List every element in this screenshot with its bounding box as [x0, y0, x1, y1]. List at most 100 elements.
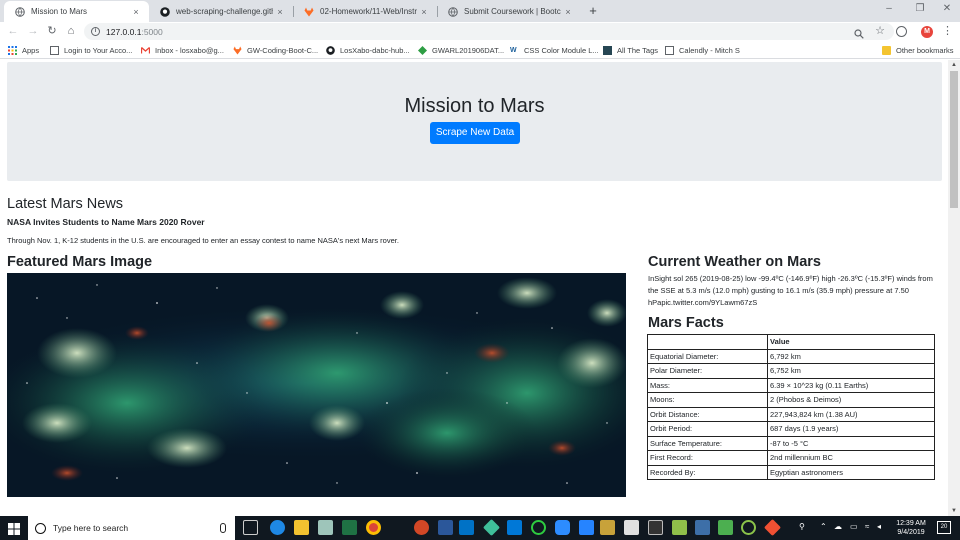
database-icon[interactable] [695, 520, 710, 535]
close-tab-icon[interactable]: × [561, 7, 575, 17]
page-title: Mission to Mars [404, 95, 545, 117]
tab-github[interactable]: web-scraping-challenge.github.io × [149, 1, 293, 22]
notification-center-icon[interactable]: 20 [937, 521, 951, 534]
table-header [647, 334, 768, 350]
tab-title: 02-Homework/11-Web/Instructions [320, 7, 417, 16]
task-view-icon[interactable] [243, 520, 258, 535]
fact-label: Orbit Period: [647, 421, 768, 437]
table-row: First Record: 2nd millennium BC [647, 450, 935, 466]
volume-icon[interactable]: ◂ [877, 522, 881, 531]
chevron-up-icon[interactable]: ⌃ [820, 522, 827, 531]
table-row: Polar Diameter: 6,752 km [647, 363, 935, 379]
notepad-icon[interactable] [318, 520, 333, 535]
reload-icon[interactable]: ↻ [44, 24, 60, 39]
edge-icon[interactable] [270, 520, 285, 535]
gitkraken-icon[interactable] [483, 519, 500, 536]
featured-image-heading: Featured Mars Image [7, 254, 153, 270]
vertical-scrollbar[interactable]: ▲ ▼ [948, 60, 960, 516]
vscode-icon[interactable] [507, 520, 522, 535]
minimize-button[interactable]: – [872, 0, 906, 20]
bookmark-apps[interactable]: Apps [8, 44, 39, 57]
fact-value: 6,792 km [767, 348, 935, 364]
github-icon [326, 46, 335, 55]
bookmark-css-color[interactable]: W CSS Color Module L... [510, 44, 599, 57]
bookmark-star-icon[interactable]: ☆ [875, 24, 885, 37]
fact-label: First Record: [647, 450, 768, 466]
tab-strip: Mission to Mars × web-scraping-challenge… [0, 0, 960, 22]
terminal-icon[interactable] [648, 520, 663, 535]
profile-avatar[interactable]: M [921, 26, 933, 38]
bookmark-login[interactable]: Login to Your Acco... [50, 44, 132, 57]
tab-bootcamp-spot[interactable]: Submit Coursework | Bootcamp Spot × [437, 1, 581, 22]
bookmark-gwarl[interactable]: GWARL201906DAT... [418, 44, 504, 57]
tab-title: Submit Coursework | Bootcamp Spot [464, 7, 561, 16]
sourcetree-icon[interactable] [579, 520, 594, 535]
scroll-down-arrow-icon[interactable]: ▼ [948, 506, 960, 516]
close-window-button[interactable]: ✕ [930, 0, 960, 20]
battery-icon[interactable]: ▭ [850, 522, 858, 531]
apps-grid-icon [8, 46, 17, 55]
close-tab-icon[interactable]: × [417, 7, 431, 17]
table-row: Surface Temperature: -87 to -5 °C [647, 435, 935, 451]
bookmark-calendly[interactable]: Calendly - Mitch S [665, 44, 740, 57]
outlook-icon[interactable] [459, 520, 474, 535]
fact-value: Egyptian astronomers [767, 464, 935, 480]
table-row: Mass: 6.39 × 10^23 kg (0.11 Earths) [647, 377, 935, 393]
clock-date: 9/4/2019 [897, 529, 925, 536]
powerpoint-icon[interactable] [414, 520, 429, 535]
scroll-up-arrow-icon[interactable]: ▲ [948, 60, 960, 70]
forward-arrow-icon[interactable]: → [25, 24, 41, 39]
fact-value: 687 days (1.9 years) [767, 421, 935, 437]
word-icon[interactable] [438, 520, 453, 535]
new-tab-button[interactable]: + [585, 3, 601, 19]
fact-value: 6,752 km [767, 363, 935, 379]
home-icon[interactable]: ⌂ [63, 24, 79, 39]
excel-icon[interactable] [342, 520, 357, 535]
tab-title: Mission to Mars [31, 7, 88, 16]
back-arrow-icon[interactable]: ← [5, 24, 21, 39]
chrome-icon[interactable] [366, 520, 381, 535]
taskbar-search-input[interactable]: Type here to search [28, 516, 235, 540]
bookmark-losxabo[interactable]: LosXabo-dabc-hub... [326, 44, 410, 57]
microphone-icon[interactable] [220, 523, 226, 533]
jumbotron: Mission to Mars Scrape New Data [7, 62, 942, 181]
scrollbar-thumb[interactable] [950, 71, 958, 208]
wifi-icon[interactable]: ≈ [865, 522, 869, 531]
calculator-icon[interactable] [624, 520, 639, 535]
taskbar-clock[interactable]: 12:39 AM 9/4/2019 [886, 519, 936, 537]
people-icon[interactable]: ⚲ [799, 522, 805, 531]
table-header: Value [767, 334, 935, 350]
fact-value: 2nd millennium BC [767, 450, 935, 466]
windows-start-icon[interactable] [8, 522, 20, 535]
tab-title: web-scraping-challenge.github.io [176, 7, 273, 16]
address-bar[interactable]: i 127.0.0.1:5000 ☆ [84, 23, 894, 40]
circle-green-icon[interactable] [741, 520, 756, 535]
close-tab-icon[interactable]: × [273, 7, 287, 17]
menu-icon[interactable]: ⋮ [942, 24, 953, 39]
other-bookmarks[interactable]: Other bookmarks [882, 44, 954, 57]
tab-gitlab[interactable]: 02-Homework/11-Web/Instructions × [293, 1, 437, 22]
file-explorer-icon[interactable] [294, 520, 309, 535]
bookmark-gw-coding[interactable]: GW-Coding-Boot-C... [233, 44, 318, 57]
cloud-icon[interactable]: ☁ [834, 522, 842, 531]
bookmark-all-the-tags[interactable]: All The Tags [603, 44, 658, 57]
git-icon[interactable] [764, 519, 781, 536]
zoom-icon[interactable] [854, 26, 864, 39]
facts-heading: Mars Facts [648, 315, 724, 331]
fact-label: Polar Diameter: [647, 363, 768, 379]
notepadpp-icon[interactable] [672, 520, 687, 535]
bookmark-inbox[interactable]: Inbox - losxabo@g... [140, 44, 224, 57]
info-icon[interactable]: i [91, 27, 100, 36]
search-placeholder: Type here to search [53, 523, 129, 533]
tab-mission-to-mars[interactable]: Mission to Mars × [4, 1, 149, 22]
url-text: 127.0.0.1:5000 [106, 26, 163, 37]
fact-value: 2 (Phobos & Deimos) [767, 392, 935, 408]
pen-app-icon[interactable] [600, 520, 615, 535]
image-icon[interactable] [718, 520, 733, 535]
scrape-new-data-button[interactable]: Scrape New Data [430, 122, 520, 144]
circle-app-icon[interactable] [531, 520, 546, 535]
zoom-icon[interactable] [555, 520, 570, 535]
extension-icon[interactable] [896, 26, 907, 37]
close-tab-icon[interactable]: × [129, 7, 143, 17]
fact-label: Recorded By: [647, 464, 768, 480]
